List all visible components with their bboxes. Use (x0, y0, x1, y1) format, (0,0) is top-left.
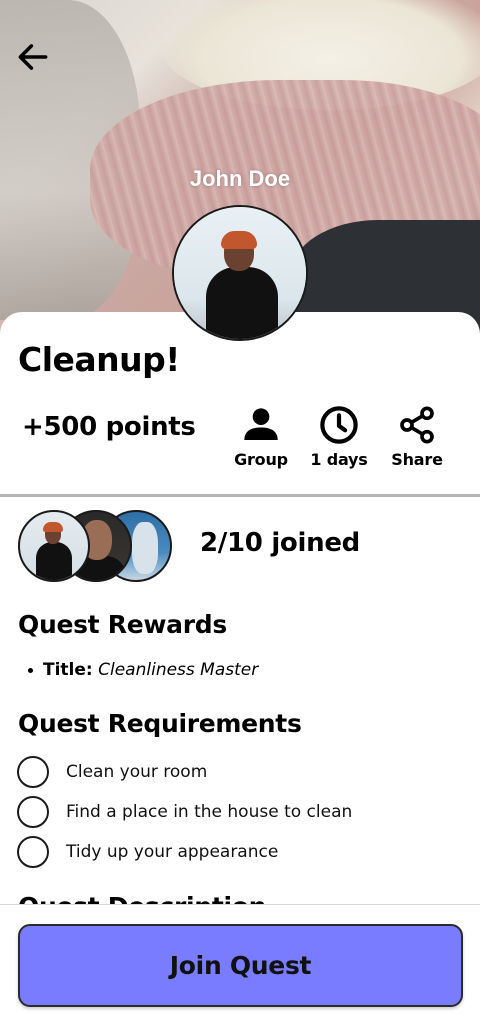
stat-duration: 1 days (299, 404, 379, 469)
share-label: Share (391, 450, 443, 469)
avatar (18, 510, 90, 582)
share-icon (400, 406, 434, 444)
rewards-heading: Quest Rewards (18, 610, 227, 639)
quest-title: Cleanup! (18, 340, 180, 379)
join-quest-button[interactable]: Join Quest (18, 924, 463, 1007)
back-button[interactable] (12, 36, 54, 78)
reward-key: Title: (43, 660, 93, 680)
requirement-item[interactable]: Tidy up your appearance (17, 836, 278, 868)
stat-group-label: Group (234, 450, 288, 469)
join-quest-label: Join Quest (169, 951, 312, 980)
requirement-item[interactable]: Clean your room (17, 756, 207, 788)
stat-group[interactable]: Group (221, 404, 301, 469)
requirement-checkbox[interactable] (17, 836, 49, 868)
user-name: John Doe (189, 166, 291, 191)
quest-points: +500 points (22, 412, 196, 442)
requirement-label: Tidy up your appearance (66, 842, 279, 862)
requirements-heading: Quest Requirements (18, 709, 302, 738)
requirement-label: Find a place in the house to clean (66, 802, 353, 822)
bullet (28, 667, 33, 673)
user-icon (244, 408, 278, 440)
requirement-checkbox[interactable] (17, 756, 49, 788)
requirement-item[interactable]: Find a place in the house to clean (17, 796, 352, 828)
joined-count: 2/10 joined (200, 528, 360, 558)
stat-duration-label: 1 days (310, 450, 368, 469)
divider (0, 494, 480, 497)
reward-value: Cleanliness Master (98, 660, 259, 680)
avatar[interactable] (172, 205, 308, 341)
requirement-label: Clean your room (66, 762, 208, 782)
requirement-checkbox[interactable] (17, 796, 49, 828)
bottom-bar: Join Quest (0, 904, 480, 1014)
participant-avatars[interactable] (18, 510, 178, 582)
arrow-left-icon (18, 44, 48, 70)
clock-icon (320, 406, 358, 444)
share-button[interactable]: Share (377, 404, 457, 469)
reward-item: Title: Cleanliness Master (28, 660, 258, 680)
